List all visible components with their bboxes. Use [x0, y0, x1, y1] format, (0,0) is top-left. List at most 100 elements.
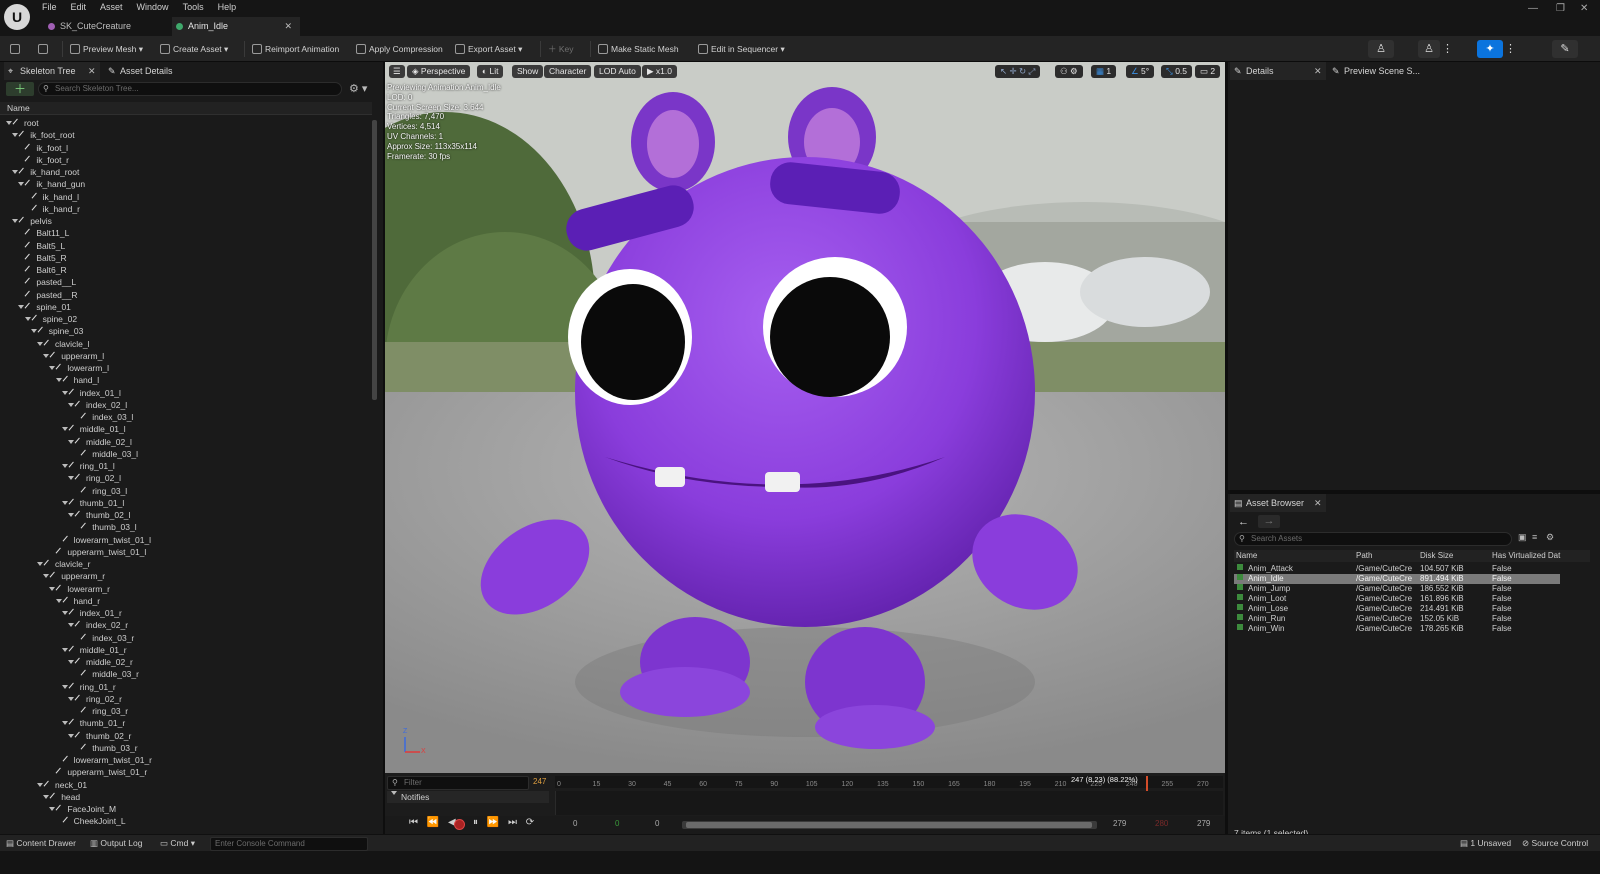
tab-preview-scene[interactable]: ✎ Preview Scene S...: [1330, 62, 1420, 80]
bone-row[interactable]: middle_01_l: [61, 423, 126, 435]
range-start-green[interactable]: 0: [615, 819, 619, 828]
tab-skeleton-tree[interactable]: ⌖ Skeleton Tree ✕: [4, 62, 100, 80]
menu-help[interactable]: Help: [218, 1, 237, 14]
column-virtualized[interactable]: Has Virtualized Dat: [1492, 550, 1560, 562]
bone-row[interactable]: Balt5_L: [18, 240, 65, 252]
chevron-down-icon[interactable]: [68, 513, 74, 517]
bone-row[interactable]: middle_03_l: [74, 448, 138, 460]
gear-icon[interactable]: ⚙ ▾: [349, 82, 367, 95]
bone-row[interactable]: index_03_l: [74, 411, 133, 423]
camera-tools[interactable]: ⚇ ⚙: [1055, 65, 1083, 78]
bone-row[interactable]: upperarm_r: [43, 570, 105, 582]
record-icon[interactable]: [454, 819, 465, 830]
asset-row[interactable]: Anim_Attack/Game/CuteCre 104.507 KiB False: [1234, 564, 1560, 574]
tab-details[interactable]: ✎ Details ✕: [1230, 62, 1326, 80]
bone-row[interactable]: ring_01_l: [61, 460, 115, 472]
transport-controls[interactable]: ⏮ ⏪ ◀: [409, 817, 459, 828]
apply-compression-button[interactable]: Apply Compression: [356, 36, 443, 62]
browse-icon[interactable]: [38, 36, 51, 62]
bone-row[interactable]: ring_02_l: [68, 472, 121, 484]
key-button[interactable]: ＋ Key: [548, 36, 574, 62]
chevron-down-icon[interactable]: [68, 733, 74, 738]
bone-row[interactable]: thumb_01_l: [61, 497, 124, 509]
asset-row[interactable]: Anim_Idle/Game/CuteCre 891.494 KiB False: [1234, 574, 1560, 584]
minimize-icon[interactable]: —: [1528, 3, 1538, 14]
content-drawer-button[interactable]: ▤ Content Drawer: [6, 835, 76, 852]
chevron-down-icon[interactable]: [37, 782, 43, 787]
bone-row[interactable]: index_02_l: [68, 399, 127, 411]
preview-mesh-button[interactable]: Preview Mesh ▾: [70, 36, 143, 62]
menu-file[interactable]: File: [42, 1, 57, 14]
close-icon[interactable]: ✕: [1314, 62, 1322, 80]
bone-row[interactable]: spine_03: [30, 325, 83, 337]
chevron-down-icon[interactable]: [68, 476, 74, 481]
column-name[interactable]: Name: [1236, 550, 1257, 562]
chevron-down-icon[interactable]: [61, 390, 68, 395]
chevron-down-icon[interactable]: [12, 219, 19, 223]
bone-row[interactable]: middle_03_r: [74, 668, 139, 680]
bone-row[interactable]: CheekJoint_L: [56, 815, 126, 827]
camera-speed-button[interactable]: ▭ 2: [1195, 65, 1221, 78]
bone-row[interactable]: thumb_02_r: [68, 730, 131, 742]
bone-row[interactable]: clavicle_l: [37, 338, 90, 350]
notifies-track[interactable]: Notifies: [387, 791, 549, 803]
bone-row[interactable]: upperarm_l: [43, 350, 104, 362]
bone-row[interactable]: index_03_r: [74, 632, 134, 644]
scale-snap-button[interactable]: ⤡ 0.5: [1161, 65, 1193, 78]
angle-snap-button[interactable]: ∠ 5°: [1126, 65, 1155, 78]
asset-row[interactable]: Anim_Loot/Game/CuteCre 161.896 KiB False: [1234, 594, 1560, 604]
menu-window[interactable]: Window: [137, 1, 169, 14]
perspective-button[interactable]: ◈ Perspective: [407, 65, 471, 78]
chevron-down-icon[interactable]: [37, 341, 43, 346]
bone-row[interactable]: middle_02_l: [68, 436, 132, 448]
close-icon[interactable]: ✕: [88, 62, 96, 80]
chevron-down-icon[interactable]: [6, 121, 12, 125]
menu-asset[interactable]: Asset: [100, 1, 123, 14]
restore-icon[interactable]: ❐: [1556, 3, 1565, 14]
notify-track-area[interactable]: [555, 791, 1223, 815]
close-icon[interactable]: ✕: [284, 17, 292, 36]
asset-search-input[interactable]: ⚲ Search Assets: [1234, 532, 1512, 546]
tab-asset-details[interactable]: ✎ Asset Details: [106, 62, 173, 80]
doc-tab-anim[interactable]: Anim_Idle ✕: [172, 17, 300, 36]
bone-row[interactable]: ik_foot_l: [18, 142, 68, 154]
bone-row[interactable]: Balt11_L: [18, 227, 69, 239]
bone-row[interactable]: index_01_l: [61, 387, 121, 399]
unreal-logo-icon[interactable]: U: [4, 4, 30, 30]
bone-row[interactable]: ring_02_r: [68, 693, 122, 705]
source-control-button[interactable]: ⊘ Source Control: [1522, 835, 1588, 852]
physics-mode-button[interactable]: ✎: [1552, 40, 1578, 58]
column-header-name[interactable]: Name: [0, 102, 372, 115]
filter-icon[interactable]: ≡: [1532, 532, 1537, 542]
bone-row[interactable]: root: [6, 117, 39, 129]
chevron-down-icon[interactable]: [18, 304, 25, 309]
export-asset-button[interactable]: Export Asset ▾: [455, 36, 522, 62]
chevron-down-icon[interactable]: [61, 647, 68, 652]
bone-row[interactable]: lowerarm_r: [49, 583, 110, 595]
bone-row[interactable]: ik_hand_root: [12, 166, 79, 178]
bone-row[interactable]: ik_hand_r: [25, 203, 80, 215]
menu-edit[interactable]: Edit: [71, 1, 87, 14]
lod-button[interactable]: LOD Auto: [594, 65, 641, 78]
unsaved-indicator[interactable]: ▤ 1 Unsaved: [1460, 835, 1511, 852]
transport-controls-right[interactable]: ⏸ ⏩ ⏭ ⟳: [473, 817, 537, 828]
bone-row[interactable]: spine_01: [18, 301, 71, 313]
bone-row[interactable]: thumb_01_r: [61, 717, 125, 729]
chevron-down-icon[interactable]: [43, 794, 50, 799]
gear-icon[interactable]: ⚙: [1546, 532, 1554, 543]
chevron-down-icon[interactable]: [61, 427, 68, 432]
doc-tab-skeleton[interactable]: SK_CuteCreature: [44, 17, 168, 36]
folder-icon[interactable]: ▣: [1518, 532, 1527, 543]
menu-tools[interactable]: Tools: [183, 1, 204, 14]
bone-row[interactable]: thumb_03_r: [74, 742, 138, 754]
range-end[interactable]: 279: [1113, 819, 1126, 828]
cmd-dropdown[interactable]: ▭ Cmd ▾: [160, 835, 195, 852]
chevron-down-icon[interactable]: [61, 500, 68, 505]
chevron-down-icon[interactable]: [49, 366, 56, 370]
skeleton-mode-button[interactable]: ♙: [1368, 40, 1394, 58]
chevron-down-icon[interactable]: [37, 562, 43, 566]
bone-row[interactable]: upperarm_twist_01_l: [49, 546, 146, 558]
chevron-down-icon[interactable]: [30, 329, 37, 334]
more-options-icon[interactable]: ⋮: [1505, 40, 1516, 58]
close-icon[interactable]: ✕: [1314, 494, 1322, 512]
